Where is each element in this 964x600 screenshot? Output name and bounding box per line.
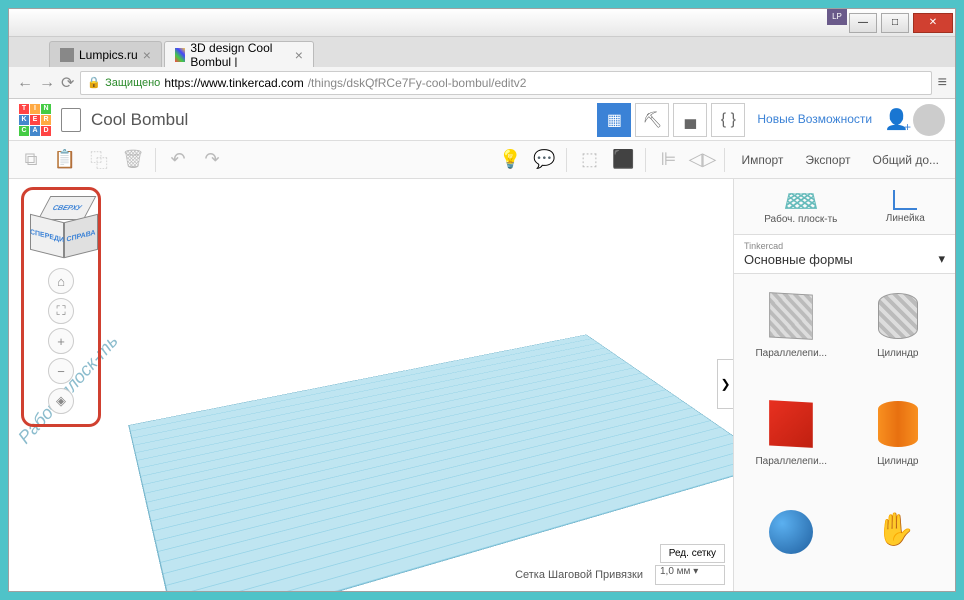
notes-icon[interactable]: 💬	[532, 148, 556, 172]
shape-box[interactable]: Параллелепи...	[742, 390, 841, 490]
view-cube[interactable]: СВЕРХУ СПЕРЕДИ СПРАВА	[30, 196, 94, 260]
align-icon[interactable]: ⊫	[656, 148, 680, 172]
tab-lumpics[interactable]: Lumpics.ru ×	[49, 41, 162, 67]
copy-icon[interactable]: ⧉	[19, 148, 43, 172]
chevron-down-icon: ▾	[938, 251, 945, 267]
shape-sphere[interactable]	[742, 498, 841, 583]
share-button[interactable]: Общий до...	[867, 153, 946, 167]
bricks-mode-button[interactable]: ▄	[673, 103, 707, 137]
minimize-button[interactable]: —	[849, 13, 877, 33]
snap-select[interactable]: 1,0 мм ▾	[655, 565, 725, 585]
workplane[interactable]	[128, 334, 733, 591]
design-mode-button[interactable]: ▦	[597, 103, 631, 137]
import-button[interactable]: Импорт	[735, 153, 789, 167]
viewcube-right[interactable]: СПРАВА	[64, 214, 98, 258]
duplicate-icon[interactable]: ⿻	[87, 148, 111, 172]
tab-close-icon[interactable]: ×	[295, 47, 303, 63]
snap-label: Сетка Шаговой Привязки	[515, 569, 643, 581]
ortho-view-button[interactable]: ◈	[48, 388, 74, 414]
blocks-mode-button[interactable]: ⛏	[635, 103, 669, 137]
whats-new-link[interactable]: Новые Возможности	[749, 112, 880, 126]
back-icon[interactable]: ←	[17, 74, 33, 92]
app-header: TIN KER CAD Cool Bombul ▦ ⛏ ▄ { } Новые …	[9, 99, 955, 141]
lock-icon: 🔒	[87, 76, 101, 89]
group-icon[interactable]: ⬚	[577, 148, 601, 172]
edit-grid-button[interactable]: Ред. сетку	[660, 544, 725, 563]
shape-scribble[interactable]: ✋	[849, 498, 948, 583]
paste-icon[interactable]: 📋	[53, 148, 77, 172]
document-icon[interactable]	[61, 108, 81, 132]
collapse-panel-button[interactable]: ❯	[717, 359, 733, 409]
favicon-icon	[60, 48, 74, 62]
workplane-tool[interactable]: Рабоч. плоск-ть	[764, 189, 837, 225]
reload-icon[interactable]: ⟳	[61, 73, 74, 93]
ruler-icon	[893, 190, 917, 210]
shapes-panel: Рабоч. плоск-ть Линейка Tinkercad Основн…	[733, 179, 955, 591]
url-host: https://www.tinkercad.com	[164, 76, 303, 90]
ruler-tool[interactable]: Линейка	[886, 190, 925, 224]
ungroup-icon[interactable]: ⬛	[611, 148, 635, 172]
lp-badge: LP	[827, 9, 847, 25]
tab-close-icon[interactable]: ×	[143, 47, 151, 63]
bulb-icon[interactable]: 💡	[498, 148, 522, 172]
home-view-button[interactable]: ⌂	[48, 268, 74, 294]
viewcube-front[interactable]: СПЕРЕДИ	[30, 214, 64, 258]
forward-icon[interactable]: →	[39, 74, 55, 92]
share-button[interactable]: 👤+	[884, 107, 909, 132]
code-mode-button[interactable]: { }	[711, 103, 745, 137]
zoom-in-button[interactable]: +	[48, 328, 74, 354]
category-select[interactable]: Tinkercad Основные формы▾	[734, 235, 955, 274]
mirror-icon[interactable]: ◁▷	[690, 148, 714, 172]
zoom-out-button[interactable]: −	[48, 358, 74, 384]
export-button[interactable]: Экспорт	[799, 153, 856, 167]
browser-tabs: Lumpics.ru × 3D design Cool Bombul | ×	[9, 37, 955, 67]
workplane-icon	[785, 193, 817, 209]
tab-title: Lumpics.ru	[79, 48, 138, 62]
navigation-panel: СВЕРХУ СПЕРЕДИ СПРАВА ⌂ ⛶ + − ◈	[21, 187, 101, 427]
menu-icon[interactable]: ≡	[938, 74, 947, 92]
avatar[interactable]	[913, 104, 945, 136]
close-button[interactable]: ✕	[913, 13, 953, 33]
window-titlebar: LP — □ ✕	[9, 9, 955, 37]
url-input[interactable]: 🔒 Защищено https://www.tinkercad.com/thi…	[80, 71, 931, 95]
tinkercad-logo[interactable]: TIN KER CAD	[19, 104, 51, 136]
tab-tinkercad[interactable]: 3D design Cool Bombul | ×	[164, 41, 314, 67]
undo-icon[interactable]: ↶	[166, 148, 190, 172]
tab-title: 3D design Cool Bombul |	[190, 41, 289, 69]
url-path: /things/dskQfRCe7Fy-cool-bombul/editv2	[308, 76, 527, 90]
shape-box-hole[interactable]: Параллелепи...	[742, 282, 841, 382]
canvas[interactable]: Рабоч. плоск-ть СВЕРХУ СПЕРЕДИ СПРАВА ⌂ …	[9, 179, 733, 591]
shape-cylinder-hole[interactable]: Цилиндр	[849, 282, 948, 382]
redo-icon[interactable]: ↷	[200, 148, 224, 172]
shape-cylinder[interactable]: Цилиндр	[849, 390, 948, 490]
secure-label: Защищено	[105, 77, 160, 89]
address-bar-row: ← → ⟳ 🔒 Защищено https://www.tinkercad.c…	[9, 67, 955, 99]
favicon-icon	[175, 48, 185, 62]
project-title[interactable]: Cool Bombul	[91, 110, 188, 130]
maximize-button[interactable]: □	[881, 13, 909, 33]
fit-view-button[interactable]: ⛶	[48, 298, 74, 324]
delete-icon[interactable]: 🗑	[121, 148, 145, 172]
toolbar: ⧉ 📋 ⿻ 🗑 ↶ ↷ 💡 💬 ⬚ ⬛ ⊫ ◁▷ Импорт Экспорт …	[9, 141, 955, 179]
